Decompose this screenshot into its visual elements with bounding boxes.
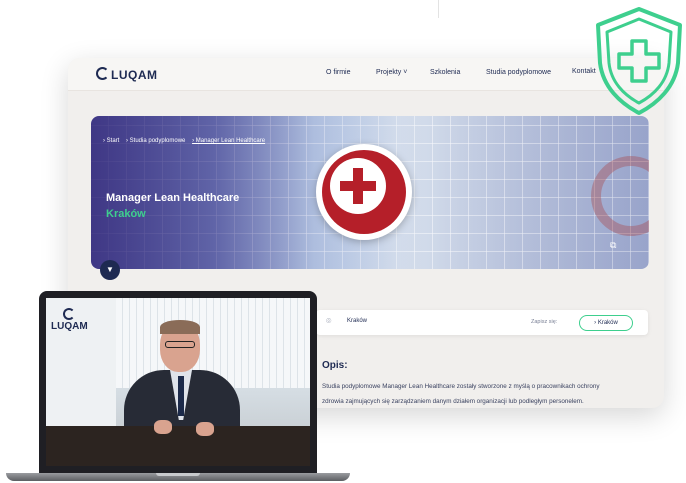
scroll-down-button[interactable]: ▼ — [100, 260, 120, 280]
top-navigation: LUQAM O firmie Projekty ˅ Szkolenia Stud… — [68, 58, 664, 91]
site-logo[interactable]: LUQAM — [96, 67, 158, 82]
page-city: Kraków — [106, 208, 146, 220]
nav-item-projekty[interactable]: Projekty ˅ — [376, 69, 407, 76]
hero-corner-icon: ⧉ — [610, 240, 617, 250]
logo-mark-icon — [96, 67, 109, 80]
breadcrumb-current[interactable]: › Manager Lean Healthcare — [192, 138, 265, 144]
description-line-1: Studia podyplomowe Manager Lean Healthca… — [322, 383, 600, 390]
shield-cross-icon — [596, 7, 682, 115]
laptop-base — [6, 473, 350, 481]
signup-krakow-button[interactable]: › Kraków — [579, 315, 633, 331]
desk — [46, 426, 310, 466]
map-pin-icon: ⌾ — [326, 316, 332, 326]
location-bar: ⌾ Kraków Zapisz się: › Kraków — [316, 310, 648, 335]
laptop-video-frame: LUQAM — [39, 291, 317, 473]
description-line-2: zdrowia zajmujących się zarządzaniem dan… — [322, 398, 584, 405]
breadcrumb-start[interactable]: › Start — [103, 138, 119, 144]
nav-item-szkolenia[interactable]: Szkolenia — [430, 69, 460, 76]
video-logo: LUQAM — [51, 308, 88, 332]
logo-mark-icon — [63, 308, 75, 320]
description-heading: Opis: — [322, 360, 348, 371]
breadcrumb: › Start › Studia podyplomowe › Manager L… — [103, 138, 270, 144]
red-cross-icon — [316, 144, 412, 240]
nav-item-o-firmie[interactable]: O firmie — [326, 69, 351, 76]
background-cross-sign — [591, 156, 649, 236]
decorative-line — [438, 0, 439, 18]
location-name: Kraków — [347, 318, 368, 324]
page-title: Manager Lean Healthcare — [106, 192, 240, 204]
video-screen[interactable]: LUQAM — [46, 298, 310, 466]
signup-label: Zapisz się: — [531, 319, 558, 325]
nav-item-studia[interactable]: Studia podyplomowe — [486, 69, 551, 76]
breadcrumb-studia[interactable]: › Studia podyplomowe — [126, 138, 185, 144]
chevron-down-icon: ▼ — [106, 265, 114, 274]
hero-banner: › Start › Studia podyplomowe › Manager L… — [91, 116, 649, 269]
